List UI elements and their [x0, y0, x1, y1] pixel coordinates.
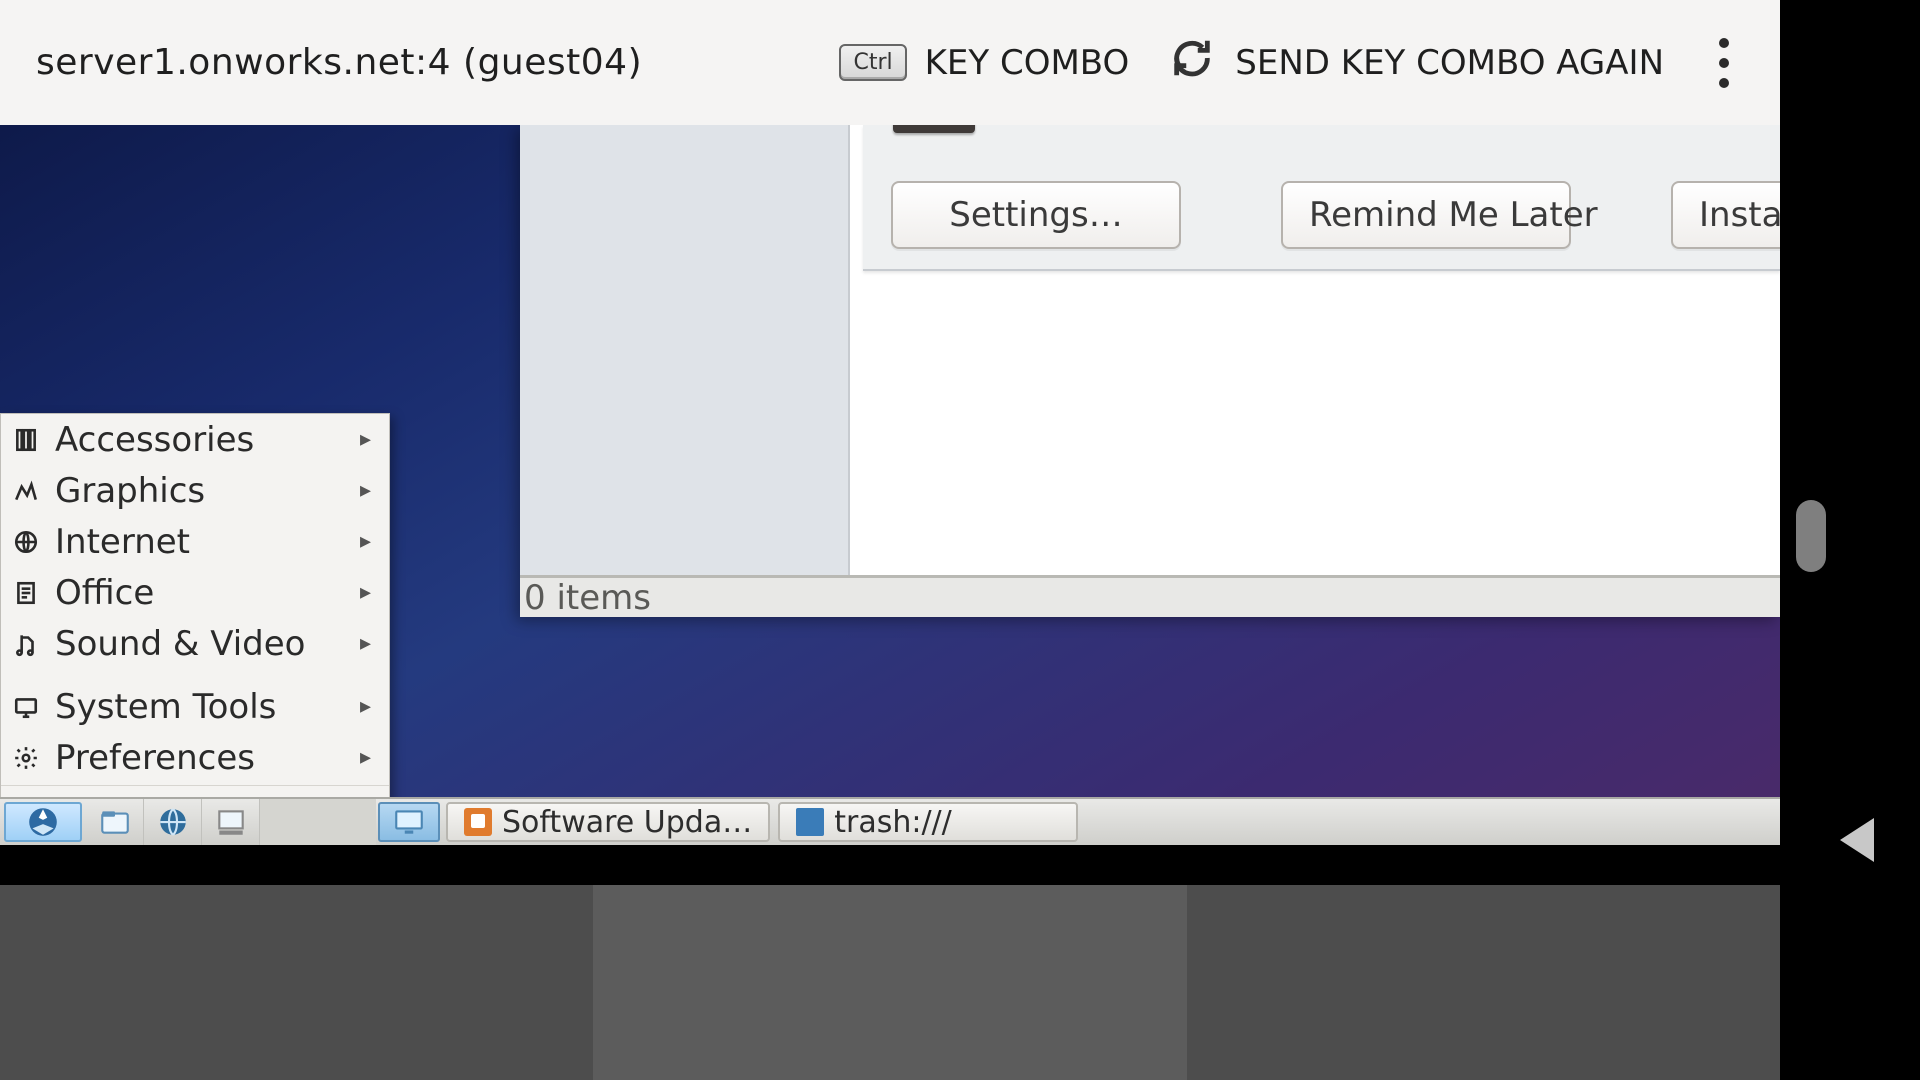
office-icon: [11, 578, 41, 608]
session-label: server1.onworks.net:4 (guest04): [36, 42, 642, 83]
submenu-arrow-icon: ▸: [360, 580, 371, 605]
software-updater-dialog: Settings… Remind Me Later Install N: [863, 125, 1780, 271]
scrollbar-thumb[interactable]: [1796, 500, 1826, 572]
submenu-arrow-icon: ▸: [360, 631, 371, 656]
more-menu-button[interactable]: [1704, 33, 1744, 93]
menu-preferences-label: Preferences: [55, 738, 360, 778]
taskbar-gap: [1082, 799, 1780, 845]
accessories-icon: [11, 425, 41, 455]
file-manager-item-count: 0 items: [524, 578, 651, 618]
menu-sound-video-label: Sound & Video: [55, 624, 360, 664]
menu-graphics-label: Graphics: [55, 471, 360, 511]
lxde-taskbar: Software Upda… trash:///: [0, 797, 1780, 845]
dock-segment-left[interactable]: [0, 885, 593, 1080]
gear-icon: [11, 743, 41, 773]
ctrl-key-icon: Ctrl: [839, 44, 906, 81]
menu-accessories[interactable]: Accessories ▸: [1, 414, 389, 465]
software-updater-icon: [464, 808, 492, 836]
workspace-2[interactable]: [318, 799, 376, 845]
kebab-dot-icon: [1719, 38, 1729, 48]
folder-icon: [796, 808, 824, 836]
task-trash-label: trash:///: [834, 805, 952, 840]
submenu-arrow-icon: ▸: [360, 694, 371, 719]
key-combo-label: KEY COMBO: [925, 43, 1130, 83]
kebab-dot-icon: [1719, 58, 1729, 68]
application-menu: Accessories ▸ Graphics ▸ Internet ▸ Offi…: [0, 413, 390, 845]
onworks-topbar: server1.onworks.net:4 (guest04) Ctrl KEY…: [0, 0, 1780, 125]
black-gap: [0, 845, 1780, 885]
task-trash[interactable]: trash:///: [778, 802, 1078, 842]
file-manager-sidebar[interactable]: [520, 125, 850, 577]
menu-sound-video[interactable]: Sound & Video ▸: [1, 618, 389, 669]
file-manager-statusbar: 0 items: [520, 575, 1780, 617]
install-now-button[interactable]: Install N: [1671, 181, 1780, 249]
menu-system-tools[interactable]: System Tools ▸: [1, 681, 389, 732]
refresh-icon: [1169, 35, 1215, 90]
submenu-arrow-icon: ▸: [360, 478, 371, 503]
menu-accessories-label: Accessories: [55, 420, 360, 460]
dock-right-letterbox: [1780, 885, 1920, 1080]
submenu-arrow-icon: ▸: [360, 427, 371, 452]
menu-office-label: Office: [55, 573, 360, 613]
dock-segment-right[interactable]: [1187, 885, 1780, 1080]
submenu-arrow-icon: ▸: [360, 745, 371, 770]
right-letterbox: [1780, 0, 1920, 885]
file-manager-window[interactable]: Settings… Remind Me Later Install N 0 it…: [520, 125, 1780, 617]
menu-graphics[interactable]: Graphics ▸: [1, 465, 389, 516]
globe-icon: [11, 527, 41, 557]
file-manager-launcher[interactable]: [86, 799, 144, 845]
monitor-icon: [11, 692, 41, 722]
menu-internet[interactable]: Internet ▸: [1, 516, 389, 567]
android-back-button[interactable]: [1840, 818, 1874, 862]
remote-desktop-viewport[interactable]: Settings… Remind Me Later Install N 0 it…: [0, 125, 1780, 845]
remind-me-later-button[interactable]: Remind Me Later: [1281, 181, 1571, 249]
workspace-1[interactable]: [260, 799, 318, 845]
dock-segment-middle[interactable]: [593, 885, 1186, 1080]
key-combo-button[interactable]: Ctrl KEY COMBO: [839, 43, 1129, 83]
send-key-combo-again-button[interactable]: SEND KEY COMBO AGAIN: [1169, 35, 1664, 90]
settings-button[interactable]: Settings…: [891, 181, 1181, 249]
menu-preferences[interactable]: Preferences ▸: [1, 732, 389, 783]
menu-internet-label: Internet: [55, 522, 360, 562]
menu-system-tools-label: System Tools: [55, 687, 360, 727]
web-browser-launcher[interactable]: [144, 799, 202, 845]
sound-video-icon: [11, 629, 41, 659]
show-desktop-button[interactable]: [378, 802, 440, 842]
send-again-label: SEND KEY COMBO AGAIN: [1235, 43, 1664, 83]
submenu-arrow-icon: ▸: [360, 529, 371, 554]
kebab-dot-icon: [1719, 78, 1729, 88]
menu-office[interactable]: Office ▸: [1, 567, 389, 618]
graphics-icon: [11, 476, 41, 506]
software-updater-icon: [893, 125, 975, 133]
task-software-updater-label: Software Upda…: [502, 805, 752, 840]
start-menu-button[interactable]: [4, 802, 82, 842]
task-software-updater[interactable]: Software Upda…: [446, 802, 770, 842]
iconify-all-launcher[interactable]: [202, 799, 260, 845]
android-dock: [0, 885, 1780, 1080]
